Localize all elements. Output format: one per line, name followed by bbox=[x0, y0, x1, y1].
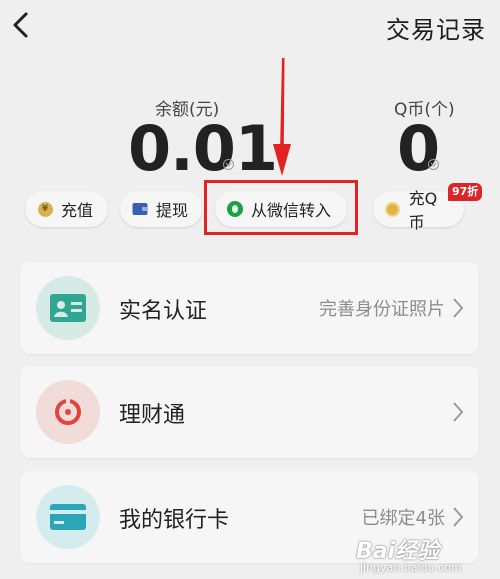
balance-chevron-icon[interactable] bbox=[223, 159, 234, 170]
licaitong-icon bbox=[36, 380, 100, 444]
red-arrow-annotation bbox=[273, 58, 291, 176]
chevron-right-icon bbox=[453, 298, 464, 318]
chevron-right-icon bbox=[453, 402, 464, 422]
qcoin-icon bbox=[385, 201, 401, 217]
licaitong-label: 理财通 bbox=[119, 403, 186, 428]
buy-qcoin-label: 充Q币 bbox=[408, 189, 438, 232]
coin-icon: ¥ bbox=[37, 201, 53, 217]
discount-badge: 97折 bbox=[448, 183, 483, 201]
withdraw-label: 提现 bbox=[156, 201, 189, 220]
qcoin-chevron-icon[interactable] bbox=[428, 159, 439, 170]
my-bank-cards-status: 已绑定4张 bbox=[361, 508, 445, 529]
bank-card-icon bbox=[36, 485, 100, 549]
chevron-left-icon bbox=[13, 12, 28, 38]
red-highlight-box bbox=[204, 180, 358, 235]
licaitong-card[interactable]: 理财通 bbox=[20, 366, 479, 458]
real-name-verification-card[interactable]: 实名认证 完善身份证照片 bbox=[20, 262, 479, 354]
watermark-url: jingyan.baidu.com bbox=[360, 561, 462, 574]
id-card-icon bbox=[36, 276, 100, 340]
wallet-icon bbox=[132, 201, 148, 217]
baidu-jingyan-watermark: Bai经验 jingyan.baidu.com bbox=[356, 533, 496, 577]
chevron-right-icon bbox=[453, 507, 464, 527]
back-button[interactable] bbox=[6, 8, 40, 42]
balance-value: 0.01 bbox=[128, 112, 278, 185]
real-name-verification-label: 实名认证 bbox=[119, 299, 208, 324]
real-name-verification-status: 完善身份证照片 bbox=[319, 299, 445, 320]
recharge-label: 充值 bbox=[61, 201, 94, 220]
my-bank-cards-label: 我的银行卡 bbox=[119, 508, 230, 533]
recharge-button[interactable]: ¥ 充值 bbox=[25, 191, 108, 227]
transaction-records-link[interactable]: 交易记录 bbox=[386, 10, 486, 45]
withdraw-button[interactable]: 提现 bbox=[120, 191, 202, 227]
qcoin-value: 0 bbox=[397, 112, 440, 185]
